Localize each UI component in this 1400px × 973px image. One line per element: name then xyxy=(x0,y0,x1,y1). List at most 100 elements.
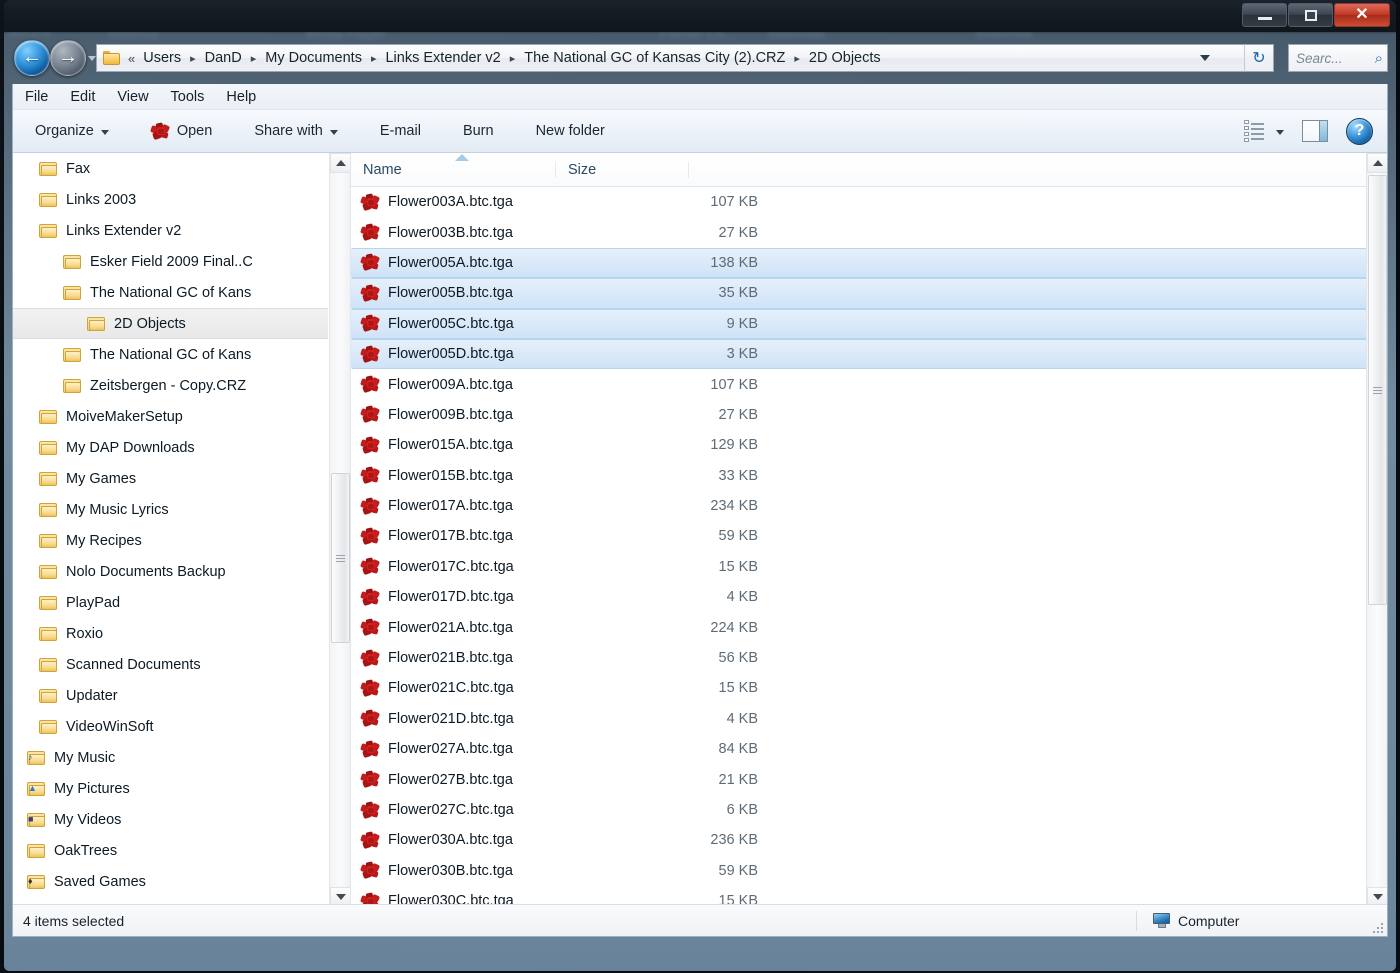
file-row[interactable]: Flower017C.btc.tga 15 KB xyxy=(351,552,1387,582)
breadcrumb-chevron-icon[interactable]: ▸ xyxy=(183,52,203,65)
file-row[interactable]: Flower005B.btc.tga 35 KB xyxy=(351,278,1387,309)
tree-item-my-videos[interactable]: ■ My Videos xyxy=(13,804,328,835)
file-row[interactable]: Flower027B.btc.tga 21 KB xyxy=(351,764,1387,794)
organize-button[interactable]: Organize xyxy=(35,123,109,139)
tree-item-my-music-lyrics[interactable]: My Music Lyrics xyxy=(13,494,328,525)
close-button[interactable]: ✕ xyxy=(1334,3,1390,27)
file-row[interactable]: Flower005A.btc.tga 138 KB xyxy=(351,247,1387,279)
search-input[interactable]: Searc... ⌕ xyxy=(1288,44,1388,72)
file-row[interactable]: Flower021B.btc.tga 56 KB xyxy=(351,643,1387,673)
maximize-restore-button[interactable] xyxy=(1288,3,1333,27)
tree-item-videowinsoft[interactable]: VideoWinSoft xyxy=(13,711,328,742)
file-row[interactable]: Flower009A.btc.tga 107 KB xyxy=(351,369,1387,399)
breadcrumb-my-documents[interactable]: My Documents xyxy=(263,50,364,66)
refresh-button[interactable]: ↻ xyxy=(1244,44,1274,72)
resize-grip[interactable] xyxy=(1369,919,1383,933)
breadcrumb-users[interactable]: Users xyxy=(141,50,183,66)
file-row[interactable]: Flower030B.btc.tga 59 KB xyxy=(351,856,1387,886)
email-button[interactable]: E-mail xyxy=(380,123,421,139)
tree-item-the-national-gc-of-kans[interactable]: The National GC of Kans xyxy=(13,339,328,370)
column-header-name[interactable]: Name xyxy=(351,161,556,178)
tree-item-updater[interactable]: Updater xyxy=(13,680,328,711)
breadcrumb-crz-file[interactable]: The National GC of Kansas City (2).CRZ xyxy=(522,50,787,66)
file-row[interactable]: Flower009B.btc.tga 27 KB xyxy=(351,400,1387,430)
file-row[interactable]: Flower003A.btc.tga 107 KB xyxy=(351,187,1387,217)
nav-scrollbar-thumb[interactable] xyxy=(331,473,350,643)
change-view-button[interactable] xyxy=(1244,120,1284,142)
open-button[interactable]: Open xyxy=(149,121,212,140)
file-size: 4 KB xyxy=(726,589,758,606)
breadcrumb-dand[interactable]: DanD xyxy=(203,50,244,66)
tree-item-the-national-gc-of-kans[interactable]: The National GC of Kans xyxy=(13,277,328,308)
breadcrumb-links-extender[interactable]: Links Extender v2 xyxy=(383,50,502,66)
share-with-button[interactable]: Share with xyxy=(254,123,338,139)
help-button[interactable]: ? xyxy=(1346,117,1373,145)
file-row[interactable]: Flower030A.btc.tga 236 KB xyxy=(351,825,1387,855)
file-size: 138 KB xyxy=(710,254,758,271)
tree-item-playpad[interactable]: PlayPad xyxy=(13,587,328,618)
flower-file-icon xyxy=(360,557,381,576)
tree-item-zeitsbergen-copy-crz[interactable]: Zeitsbergen - Copy.CRZ xyxy=(13,370,328,401)
breadcrumb-chevron-icon[interactable]: ▸ xyxy=(244,52,264,65)
new-folder-button[interactable]: New folder xyxy=(536,123,605,139)
file-size: 107 KB xyxy=(710,376,758,393)
file-row[interactable]: Flower005C.btc.tga 9 KB xyxy=(351,308,1387,339)
tree-item-nolo-documents-backup[interactable]: Nolo Documents Backup xyxy=(13,556,328,587)
file-row[interactable]: Flower017D.btc.tga 4 KB xyxy=(351,582,1387,612)
menu-tools[interactable]: Tools xyxy=(171,89,205,105)
chevron-down-icon xyxy=(335,894,346,900)
tree-item-roxio[interactable]: Roxio xyxy=(13,618,328,649)
breadcrumb-dropdown-icon[interactable] xyxy=(1200,55,1210,61)
recent-pages-dropdown-icon[interactable] xyxy=(88,56,96,61)
tree-item-scanned-documents[interactable]: Scanned Documents xyxy=(13,649,328,680)
menu-file[interactable]: File xyxy=(25,89,48,105)
tree-item-oaktrees[interactable]: OakTrees xyxy=(13,835,328,866)
burn-button[interactable]: Burn xyxy=(463,123,494,139)
folder-icon xyxy=(39,192,58,208)
file-row[interactable]: Flower015B.btc.tga 33 KB xyxy=(351,461,1387,491)
menu-help[interactable]: Help xyxy=(226,89,256,105)
file-row[interactable]: Flower021A.btc.tga 224 KB xyxy=(351,612,1387,642)
tree-item-label: Updater xyxy=(66,687,118,704)
nav-pane-scrollbar[interactable] xyxy=(329,153,350,907)
tree-item-links-extender-v2[interactable]: Links Extender v2 xyxy=(13,215,328,246)
file-row[interactable]: Flower015A.btc.tga 129 KB xyxy=(351,430,1387,460)
column-header-size[interactable]: Size xyxy=(556,161,689,178)
list-scroll-up-button[interactable] xyxy=(1367,153,1387,173)
breadcrumb-chevron-icon[interactable]: ▸ xyxy=(364,52,384,65)
tree-item-links-2003[interactable]: Links 2003 xyxy=(13,184,328,215)
file-row[interactable]: Flower005D.btc.tga 3 KB xyxy=(351,338,1387,370)
file-row[interactable]: Flower021D.btc.tga 4 KB xyxy=(351,704,1387,734)
file-list-scrollbar[interactable] xyxy=(1366,153,1387,907)
tree-item-my-music[interactable]: ♪ My Music xyxy=(13,742,328,773)
nav-scroll-up-button[interactable] xyxy=(330,153,350,173)
tree-item-my-dap-downloads[interactable]: My DAP Downloads xyxy=(13,432,328,463)
content-panes: Fax Links 2003 Links Extender v2 Esker Fiel… xyxy=(13,153,1387,907)
tree-item-my-recipes[interactable]: My Recipes xyxy=(13,525,328,556)
tree-item-my-pictures[interactable]: ▲ My Pictures xyxy=(13,773,328,804)
tree-item-2d-objects[interactable]: 2D Objects xyxy=(13,308,328,339)
breadcrumb-2d-objects[interactable]: 2D Objects xyxy=(807,50,883,66)
breadcrumb-bar[interactable]: « Users ▸ DanD ▸ My Documents ▸ Links Ex… xyxy=(96,44,1244,72)
menu-view[interactable]: View xyxy=(117,89,148,105)
minimize-button[interactable] xyxy=(1242,3,1287,27)
tree-item-saved-games[interactable]: ♦ Saved Games xyxy=(13,866,328,897)
breadcrumb-chevron-icon[interactable]: ▸ xyxy=(787,52,807,65)
tree-item-moivemakersetup[interactable]: MoiveMakerSetup xyxy=(13,401,328,432)
breadcrumb-overflow[interactable]: « xyxy=(126,51,141,66)
file-row[interactable]: Flower003B.btc.tga 27 KB xyxy=(351,217,1387,247)
breadcrumb-chevron-icon[interactable]: ▸ xyxy=(503,52,523,65)
preview-pane-button[interactable] xyxy=(1302,120,1328,142)
file-row[interactable]: Flower021C.btc.tga 15 KB xyxy=(351,673,1387,703)
tree-item-fax[interactable]: Fax xyxy=(13,153,328,184)
file-row[interactable]: Flower017A.btc.tga 234 KB xyxy=(351,491,1387,521)
tree-item-my-games[interactable]: My Games xyxy=(13,463,328,494)
file-row[interactable]: Flower017B.btc.tga 59 KB xyxy=(351,521,1387,551)
file-row[interactable]: Flower027A.btc.tga 84 KB xyxy=(351,734,1387,764)
back-button[interactable]: ← xyxy=(14,40,50,76)
tree-item-esker-field-2009-final-c[interactable]: Esker Field 2009 Final..C xyxy=(13,246,328,277)
forward-button[interactable]: → xyxy=(50,40,86,76)
list-scrollbar-thumb[interactable] xyxy=(1368,175,1387,605)
menu-edit[interactable]: Edit xyxy=(70,89,95,105)
file-row[interactable]: Flower027C.btc.tga 6 KB xyxy=(351,795,1387,825)
